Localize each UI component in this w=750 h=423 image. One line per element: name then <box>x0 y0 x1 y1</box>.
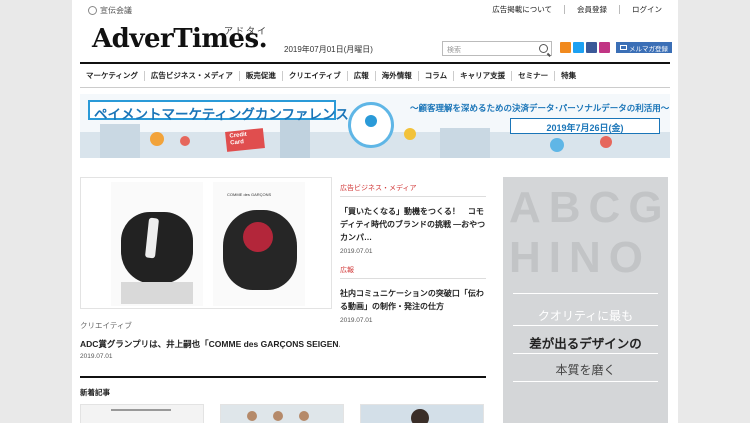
banner-dot <box>150 132 164 146</box>
ad-line-2: 差が出るデザインの <box>529 337 642 351</box>
side-article-category[interactable]: 広告ビジネス・メディア <box>340 183 486 197</box>
nav-marketing[interactable]: マーケティング <box>80 71 144 81</box>
banner-event-date: 2019年7月26日(金) <box>510 118 660 134</box>
facebook-icon[interactable] <box>586 42 597 53</box>
thumbnail-person <box>411 409 429 423</box>
side-article-title[interactable]: 社内コミュニケーションの突破口「伝わる動画」の制作・発注の仕方 <box>340 287 486 313</box>
feature-image[interactable]: COMME des GARÇONS <box>80 177 332 309</box>
banner-dot <box>404 128 416 140</box>
feature-category[interactable]: クリエイティブ <box>80 320 132 331</box>
ad-divider <box>513 325 658 326</box>
thumbnail-person <box>273 411 283 421</box>
banner-building <box>100 124 140 158</box>
ad-divider <box>513 293 658 294</box>
ad-line-1: クオリティに最も <box>537 309 634 323</box>
side-article[interactable]: 広報 社内コミュニケーションの突破口「伝わる動画」の制作・発注の仕方 2019.… <box>340 265 486 324</box>
credit-card-icon: Credit Card <box>225 128 265 152</box>
thumbnail-person <box>247 411 257 421</box>
new-articles-heading: 新着記事 <box>80 376 486 398</box>
page: 宣伝会議 広告掲載について 会員登録 ログイン AdverTimes. アドタイ… <box>72 0 678 423</box>
nav-seminar[interactable]: セミナー <box>511 70 554 81</box>
nav-column[interactable]: コラム <box>417 70 453 81</box>
sendenkaigi-link[interactable]: 宣伝会議 <box>88 5 132 16</box>
mail-magazine-label: メルマガ登録 <box>629 45 668 53</box>
side-article[interactable]: 広告ビジネス・メディア 「買いたくなる」動機をつくる！ コモディティ時代のブラン… <box>340 183 486 255</box>
nav-special[interactable]: 特集 <box>554 70 582 81</box>
banner-dot <box>600 136 612 148</box>
banner-building <box>280 120 310 158</box>
rss-icon[interactable] <box>560 42 571 53</box>
thumbnail-text-line <box>111 409 171 411</box>
new-article-thumbnail[interactable] <box>360 404 484 423</box>
ad-background-letters: ABCGHINO <box>509 183 668 282</box>
new-article-thumbnail[interactable] <box>220 404 344 423</box>
search-input[interactable]: 検索 <box>442 41 552 56</box>
banner-title: ペイメントマーケティングカンファレンス <box>88 100 349 122</box>
ad-info-link[interactable]: 広告掲載について <box>480 5 564 14</box>
poster-left <box>111 182 203 306</box>
feature-title[interactable]: ADC賞グランプリは、井上嗣也「COMME des GARÇONS SEIGEN… <box>80 338 340 350</box>
nav-ad-business-media[interactable]: 広告ビジネス・メディア <box>143 70 239 81</box>
nav-pr[interactable]: 広報 <box>346 70 375 81</box>
banner-subtitle: 〜顧客理解を深めるための決済データ･パーソナルデータの利活用〜 <box>410 103 670 113</box>
search-placeholder: 検索 <box>447 47 461 54</box>
top-bar: 宣伝会議 広告掲載について 会員登録 ログイン <box>72 0 678 20</box>
crow-mouth <box>243 222 273 252</box>
brand-mark-icon <box>88 6 97 15</box>
ad-line-3: 本質を磨く <box>555 363 616 377</box>
nav-sales-promotion[interactable]: 販売促進 <box>238 70 282 81</box>
side-advertisement[interactable]: ABCGHINO クオリティに最も 差が出るデザインの 本質を磨く <box>503 177 668 423</box>
main-nav: マーケティング 広告ビジネス・メディア 販売促進 クリエイティブ 広報 海外情報… <box>80 62 670 88</box>
search-icon[interactable] <box>539 44 548 53</box>
instagram-icon[interactable] <box>599 42 610 53</box>
ad-divider <box>513 381 658 382</box>
data-hub-icon <box>348 102 394 148</box>
banner-dot <box>550 138 564 152</box>
register-link[interactable]: 会員登録 <box>564 5 619 14</box>
new-article-thumbnail[interactable] <box>80 404 204 423</box>
banner-dot <box>180 136 190 146</box>
poster-ground <box>121 282 193 304</box>
envelope-icon <box>620 45 627 50</box>
side-article-category[interactable]: 広報 <box>340 265 486 279</box>
side-article-date: 2019.07.01 <box>340 317 373 324</box>
feature-date: 2019.07.01 <box>80 353 113 360</box>
thumbnail-person <box>299 411 309 421</box>
side-article-title[interactable]: 「買いたくなる」動機をつくる！ コモディティ時代のブランドの挑戦 ―おやつカンパ… <box>340 205 486 244</box>
login-link[interactable]: ログイン <box>619 5 662 14</box>
nav-creative[interactable]: クリエイティブ <box>281 70 347 81</box>
current-date: 2019年07月01日(月曜日) <box>284 45 373 54</box>
mail-magazine-button[interactable]: メルマガ登録 <box>616 42 672 53</box>
utility-links: 広告掲載について 会員登録 ログイン <box>480 5 662 14</box>
conference-banner[interactable]: ペイメントマーケティングカンファレンス 〜顧客理解を深めるための決済データ･パー… <box>80 94 670 158</box>
twitter-icon[interactable] <box>573 42 584 53</box>
site-logo-kana: アドタイ <box>224 26 269 36</box>
nav-overseas[interactable]: 海外情報 <box>374 70 418 81</box>
poster-text: COMME des GARÇONS <box>227 192 272 197</box>
banner-building <box>440 128 490 158</box>
social-links: メルマガ登録 <box>560 42 672 53</box>
ad-divider <box>513 353 658 354</box>
poster-right: COMME des GARÇONS <box>213 182 305 306</box>
nav-career[interactable]: キャリア支援 <box>453 70 511 81</box>
side-article-date: 2019.07.01 <box>340 248 373 255</box>
brand-small-label: 宣伝会議 <box>100 6 132 15</box>
